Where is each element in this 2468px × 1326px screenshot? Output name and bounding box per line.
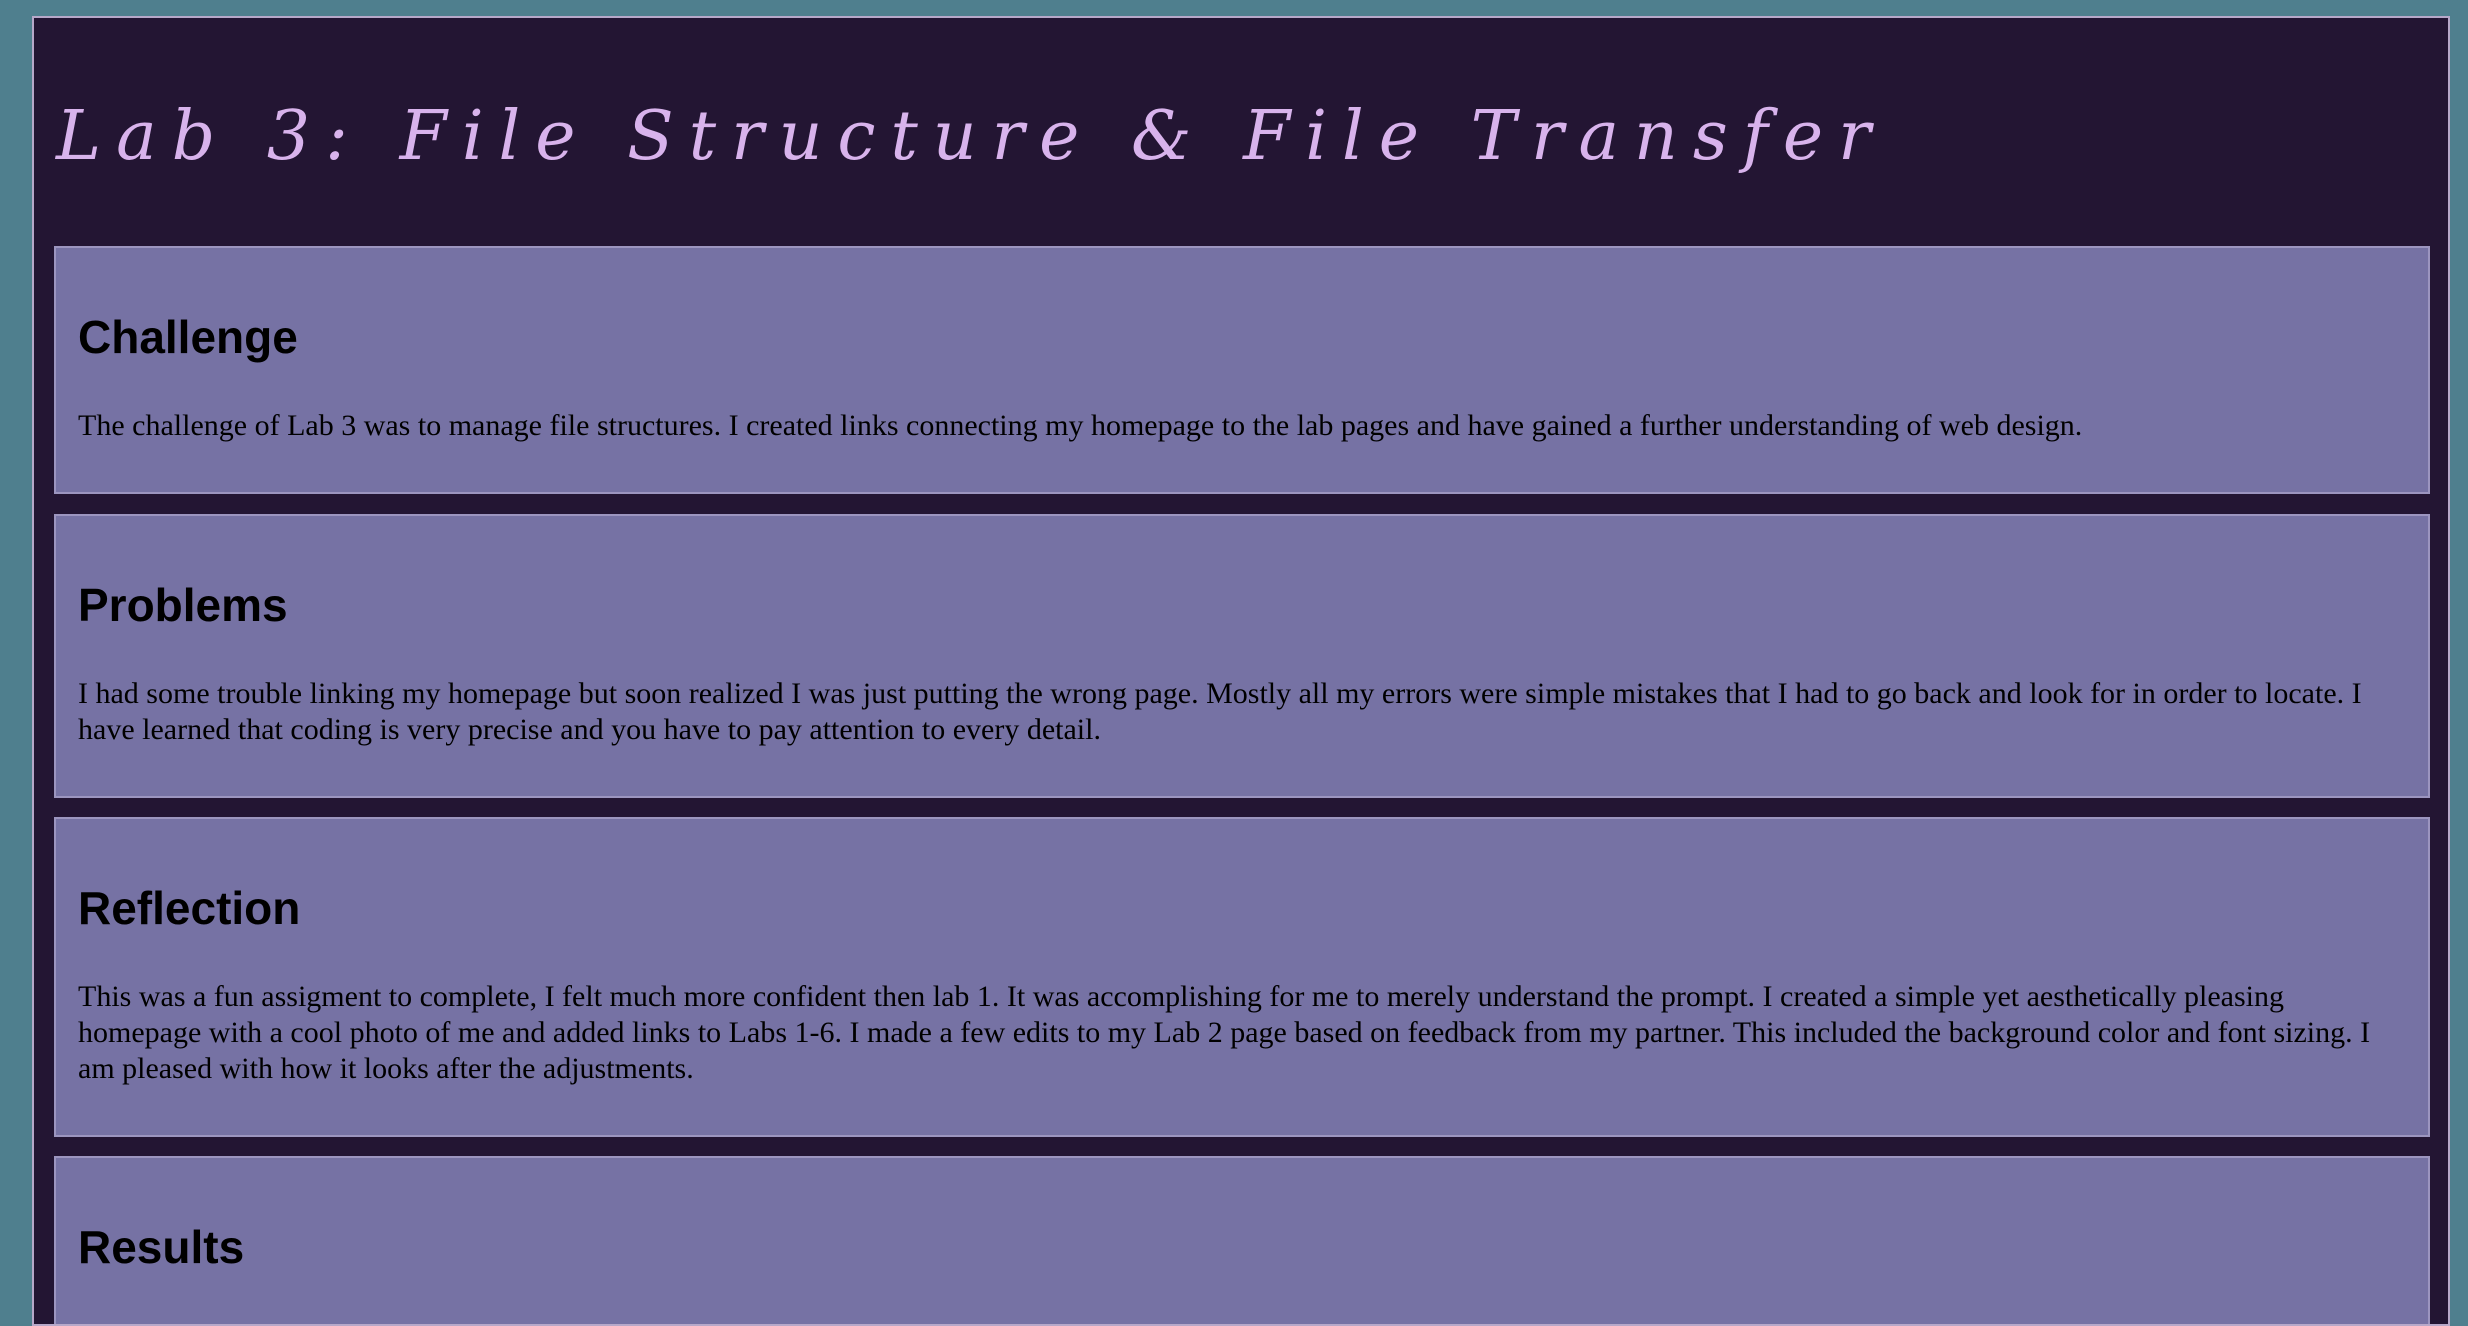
page-title: Lab 3: File Structure & File Transfer	[56, 97, 1886, 176]
section-reflection: Reflection This was a fun assigment to c…	[54, 817, 2430, 1137]
section-problems: Problems I had some trouble linking my h…	[54, 514, 2430, 798]
section-challenge: Challenge The challenge of Lab 3 was to …	[54, 246, 2430, 494]
section-heading: Reflection	[78, 882, 301, 934]
section-body: I had some trouble linking my homepage b…	[78, 677, 2362, 746]
section-heading: Challenge	[78, 311, 298, 363]
section-body: This was a fun assigment to complete, I …	[78, 980, 2371, 1085]
section-body: The challenge of Lab 3 was to manage fil…	[78, 409, 2083, 442]
section-results: Results	[54, 1156, 2430, 1324]
section-heading: Results	[78, 1221, 245, 1273]
section-heading: Problems	[78, 579, 288, 631]
page-container: Lab 3: File Structure & File Transfer Ch…	[32, 16, 2450, 1326]
